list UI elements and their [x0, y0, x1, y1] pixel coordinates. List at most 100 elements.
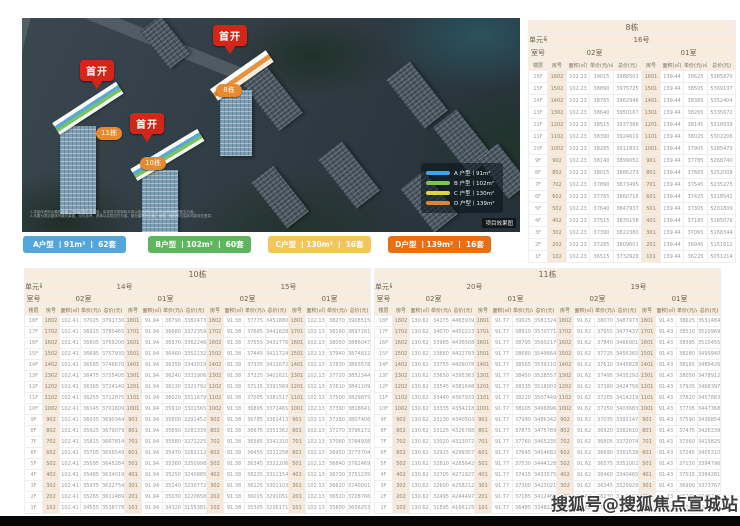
floor-cell: 2F: [25, 492, 43, 503]
column-header-cell: 房号: [639, 305, 656, 316]
total-price-cell: 3447368: [698, 404, 721, 415]
total-price-cell: 3818641: [348, 404, 371, 415]
total-price-cell: 3382610: [616, 426, 639, 437]
area-cell: 91.43: [656, 338, 677, 349]
area-cell: 91.43: [656, 448, 677, 459]
room-no-cell: 401: [289, 470, 306, 481]
area-cell: 91.77: [492, 327, 513, 338]
room-number-cell: 01室: [639, 293, 721, 305]
area-cell: 91.77: [492, 371, 513, 382]
total-price-cell: 3784938: [348, 437, 371, 448]
room-no-cell: 1002: [557, 404, 574, 415]
room-no-cell: 202: [207, 492, 224, 503]
total-price-cell: 3466901: [616, 338, 639, 349]
unit-price-cell: 37500: [327, 393, 348, 404]
table-row: 16F1602102.41368053769200160191.94365703…: [25, 338, 371, 349]
room-no-cell: 1002: [393, 404, 410, 415]
room-no-cell: 502: [557, 459, 574, 470]
room-no-cell: 802: [393, 426, 410, 437]
total-price-cell: 3751235: [348, 470, 371, 481]
unit-price-cell: 36805: [595, 437, 616, 448]
room-no-cell: 1602: [557, 338, 574, 349]
area-cell: 91.94: [142, 459, 163, 470]
room-no-cell: 801: [125, 426, 142, 437]
unit-price-cell: 33335: [431, 404, 452, 415]
room-no-cell: 1302: [207, 371, 224, 382]
floor-cell: 7F: [25, 437, 43, 448]
area-cell: 91.62: [574, 393, 595, 404]
total-price-cell: 4381648: [452, 382, 475, 393]
room-no-cell: 702: [207, 437, 224, 448]
column-header-cell: 面积(㎡): [567, 60, 590, 71]
area-cell: 139.44: [661, 95, 684, 107]
area-cell: 102.23: [567, 131, 590, 143]
aerial-rendering: 首开 首开 首开 11栋 10栋 8栋 A 户型丨91m²B 户型丨102m²C…: [22, 18, 520, 232]
room-no-cell: 302: [43, 481, 60, 492]
sohu-watermark: 搜狐号@搜狐焦点宣城站: [551, 490, 738, 515]
area-cell: 91.94: [142, 349, 163, 360]
column-header-cell: 总价(元): [452, 305, 475, 316]
unit-price-cell: 37875: [513, 426, 534, 437]
room-label-cell: 室号: [529, 47, 548, 60]
room-number-cell: 02室: [393, 293, 475, 305]
floor-cell: 12F: [529, 119, 548, 131]
room-no-cell: 1702: [207, 327, 224, 338]
column-header-cell: 单价(元/㎡): [513, 305, 534, 316]
area-cell: 91.62: [574, 448, 595, 459]
area-cell: 102.23: [567, 167, 590, 179]
area-cell: 91.77: [492, 349, 513, 360]
room-no-cell: 202: [393, 492, 410, 503]
room-no-cell: 1802: [557, 316, 574, 327]
floor-cell: 16F: [375, 338, 393, 349]
room-no-cell: 1801: [125, 316, 142, 327]
floor-cell: 17F: [25, 327, 43, 338]
area-cell: 91.94: [142, 393, 163, 404]
legend-label: A 户型丨91m²: [454, 169, 491, 177]
area-cell: 102.41: [60, 327, 81, 338]
total-price-cell: 4258212: [452, 481, 475, 492]
building-11-body: [60, 126, 96, 214]
total-price-cell: 3393147: [616, 415, 639, 426]
area-cell: 102.23: [567, 215, 590, 227]
unit-price-cell: 36235: [245, 470, 266, 481]
room-no-cell: 702: [557, 437, 574, 448]
room-no-cell: 1701: [289, 327, 306, 338]
room-no-cell: 401: [639, 470, 656, 481]
area-cell: 102.23: [567, 155, 590, 167]
area-cell: 91.43: [656, 327, 677, 338]
area-cell: 102.13: [306, 360, 327, 371]
unit-price-cell: 36565: [245, 437, 266, 448]
area-cell: 91.62: [574, 404, 595, 415]
room-no-cell: 102: [393, 503, 410, 514]
room-no-cell: 801: [289, 426, 306, 437]
total-price-cell: 3924610: [614, 131, 642, 143]
total-price-cell: 3773704: [348, 448, 371, 459]
legend-label: C 户型丨130m²: [454, 189, 494, 197]
unit-price-cell: 37495: [595, 371, 616, 382]
unit-price-cell: 33650: [431, 371, 452, 382]
unit-price-cell: 36240: [163, 371, 184, 382]
total-price-cell: 5252008: [708, 167, 736, 179]
column-header-cell: 面积(㎡): [60, 305, 81, 316]
unit-price-cell: 37280: [327, 415, 348, 426]
room-no-cell: 1201: [639, 382, 656, 393]
area-cell: 91.43: [656, 459, 677, 470]
room-no-cell: 501: [125, 459, 142, 470]
unit-number-cell: 15号: [207, 281, 371, 293]
area-cell: 139.44: [661, 191, 684, 203]
total-price-cell: 3769200: [102, 338, 125, 349]
floor-cell: 13F: [529, 107, 548, 119]
room-no-cell: 1201: [125, 382, 142, 393]
unit-price-cell: 37515: [590, 215, 614, 227]
unit-price-cell: 33125: [431, 426, 452, 437]
table-row: 18F1802130.62341754463939180191.77390253…: [375, 316, 721, 327]
column-header-cell: 房号: [548, 60, 567, 71]
floor-cell: 10F: [25, 404, 43, 415]
room-no-cell: 1202: [557, 382, 574, 393]
room-no-cell: 601: [475, 448, 492, 459]
floor-cell: 7F: [375, 437, 393, 448]
area-cell: 91.62: [574, 459, 595, 470]
room-no-cell: 901: [289, 415, 306, 426]
total-price-cell: 3807406: [348, 415, 371, 426]
table-row: 5F502102.4135595364528450191.94353603250…: [25, 459, 371, 470]
